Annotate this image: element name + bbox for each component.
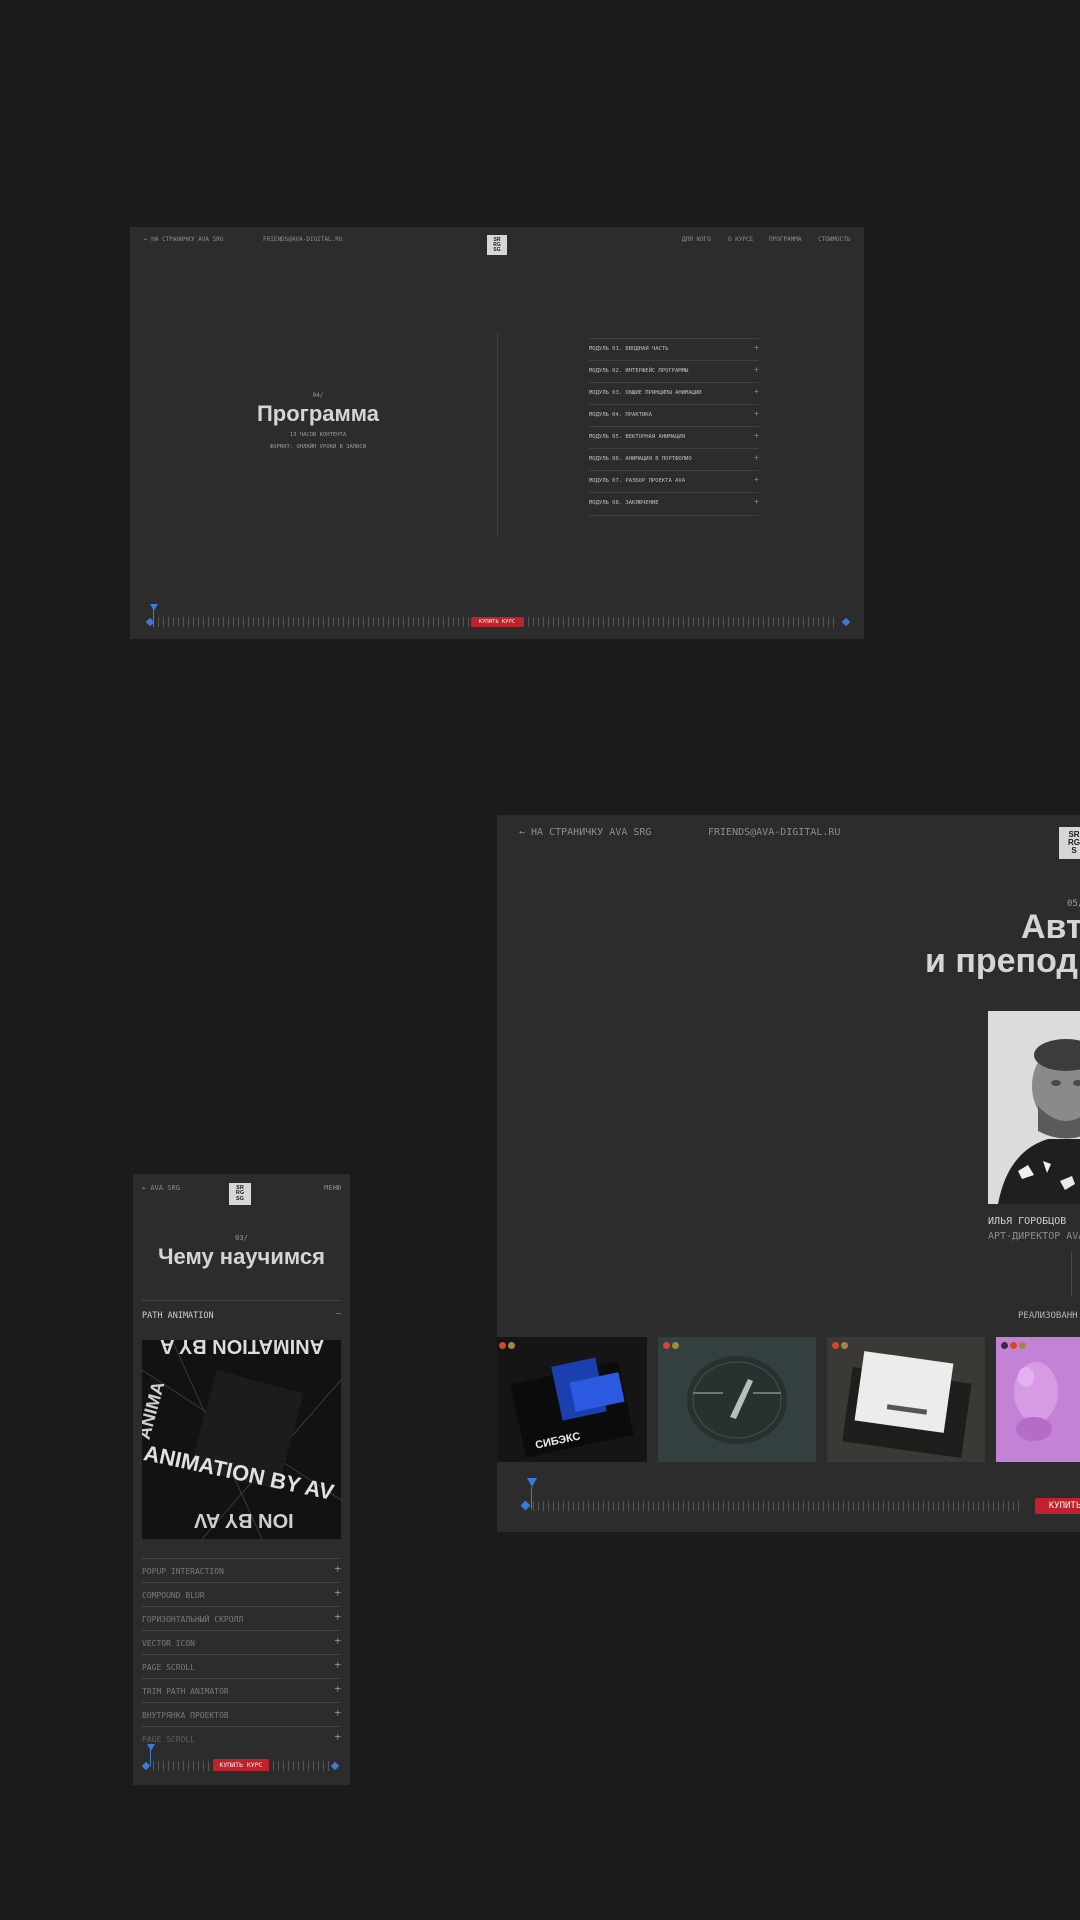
module-item[interactable]: МОДУЛЬ 01. ВВОДНАЯ ЧАСТЬ +	[589, 338, 759, 361]
feature-list: POPUP INTERACTION + COMPOUND BLUR + ГОРИЗО…	[142, 1558, 341, 1750]
timeline-pin-icon[interactable]	[150, 604, 158, 611]
module-item[interactable]: МОДУЛЬ 03. ОБЩИЕ ПРИНЦИПЫ АНИМАЦИИ +	[589, 382, 759, 405]
author-name: ИЛЬЯ ГОРОБЦОВ	[988, 1216, 1067, 1227]
divider	[497, 332, 498, 537]
red-dot-icon	[499, 1342, 506, 1349]
timeline-pin-line	[150, 1750, 151, 1766]
timeline-pin-icon[interactable]	[147, 1744, 155, 1751]
yellow-dot-icon	[672, 1342, 679, 1349]
module-list: МОДУЛЬ 01. ВВОДНАЯ ЧАСТЬ + МОДУЛЬ 02. ИНТ…	[589, 338, 759, 518]
poster-text-top: ANIMATION BY A	[160, 1340, 325, 1357]
email-link[interactable]: FRIENDS@AVA-DIGITAL.RU	[263, 236, 342, 243]
email-link[interactable]: FRIENDS@AVA-DIGITAL.RU	[708, 827, 840, 838]
project-card[interactable]	[996, 1337, 1080, 1462]
accordion-open-item[interactable]: PATH ANIMATION —	[142, 1301, 341, 1331]
module-item[interactable]: МОДУЛЬ 08. ЗАКЛЮЧЕНИЕ +	[589, 492, 759, 516]
buy-course-button[interactable]: КУПИТЬ КУРС	[471, 617, 523, 627]
diamond-right-icon[interactable]	[330, 1761, 340, 1771]
timeline-pin-line	[531, 1487, 532, 1509]
logo[interactable]: SR RG S	[1059, 827, 1080, 859]
page-title: Программа	[256, 401, 380, 426]
feature-item[interactable]: ВНУТРЯНКА ПРОЕКТОВ +	[142, 1702, 341, 1727]
program-screen: ← НА СТРАНИЧКУ AVA SRG FRIENDS@AVA-DIGIT…	[130, 227, 864, 639]
poster-text-bot: ION BY AV	[194, 1509, 294, 1531]
plus-icon: +	[334, 1634, 341, 1647]
plus-icon: +	[334, 1586, 341, 1599]
plus-icon: +	[754, 453, 759, 462]
feature-item[interactable]: PAGE SCROLL +	[142, 1654, 341, 1679]
plus-icon: +	[754, 343, 759, 352]
yellow-dot-icon	[508, 1342, 515, 1349]
timeline-pin-icon[interactable]	[527, 1478, 537, 1487]
nav-price[interactable]: СТОИМОСТЬ	[818, 236, 851, 243]
feature-item[interactable]: ГОРИЗОНТАЛЬНЫЙ СКРОЛЛ +	[142, 1606, 341, 1631]
plus-icon: +	[754, 409, 759, 418]
plus-icon: +	[334, 1658, 341, 1671]
plus-icon: +	[754, 475, 759, 484]
path-animation-poster: ANIMATION BY A ANIMA ANIMATION BY AV ION…	[142, 1340, 341, 1539]
plus-icon: +	[754, 497, 759, 506]
module-item[interactable]: МОДУЛЬ 02. ИНТЕРФЕЙС ПРОГРАММЫ +	[589, 360, 759, 383]
project-card[interactable]	[658, 1337, 816, 1462]
back-link[interactable]: ← AVA SRG	[142, 1184, 180, 1192]
vertical-divider	[1071, 1252, 1072, 1296]
back-link[interactable]: ← НА СТРАНИЧКУ AVA SRG	[519, 827, 651, 838]
red-dot-icon	[832, 1342, 839, 1349]
project-card[interactable]: СИБЭКС	[497, 1337, 647, 1462]
feature-item[interactable]: TRIM PATH ANIMATOR +	[142, 1678, 341, 1703]
yellow-dot-icon	[841, 1342, 848, 1349]
projects-carousel[interactable]: СИБЭКС	[497, 1337, 1080, 1462]
back-link[interactable]: ← НА СТРАНИЧКУ AVA SRG	[144, 236, 223, 243]
logo[interactable]: SR RG SG	[229, 1183, 251, 1205]
project-card[interactable]	[827, 1337, 985, 1462]
feature-item[interactable]: PAGE SCROLL +	[142, 1726, 341, 1751]
diamond-left-icon[interactable]	[520, 1500, 531, 1511]
content-hours: 13 ЧАСОВ КОНТЕНТА	[289, 432, 347, 438]
section-number: 04/	[312, 392, 324, 399]
plus-icon: +	[754, 431, 759, 440]
format-text: ФОРМАТ: ОНЛАЙН УРОКИ В ЗАПИСИ	[269, 444, 367, 450]
plus-icon: +	[334, 1682, 341, 1695]
page-title-line2: и препод	[925, 942, 1078, 980]
plus-icon: +	[334, 1562, 341, 1575]
nav-program[interactable]: ПРОГРАММА	[769, 236, 802, 243]
page-title: Чему научимся	[158, 1244, 325, 1269]
author-photo	[988, 1011, 1080, 1204]
feature-item[interactable]: POPUP INTERACTION +	[142, 1558, 341, 1583]
module-item[interactable]: МОДУЛЬ 05. ВЕКТОРНАЯ АНИМАЦИЯ +	[589, 426, 759, 449]
red-dot-icon	[1010, 1342, 1017, 1349]
diamond-left-icon[interactable]	[141, 1761, 151, 1771]
buy-course-button[interactable]: КУПИТЬ	[1035, 1498, 1080, 1514]
timeline-pin-line	[153, 610, 154, 627]
plus-icon: +	[754, 365, 759, 374]
module-item[interactable]: МОДУЛЬ 04. ПРАКТИКА +	[589, 404, 759, 427]
diamond-right-icon[interactable]	[841, 617, 851, 627]
timeline-ruler[interactable]	[533, 1501, 1023, 1511]
buy-course-button[interactable]: КУПИТЬ КУРС	[213, 1759, 269, 1771]
yellow-dot-icon	[1019, 1342, 1026, 1349]
learn-screen: ← AVA SRG SR RG SG МЕНЮ 03/ Чему научимс…	[133, 1174, 350, 1785]
authors-screen: ← НА СТРАНИЧКУ AVA SRG FRIENDS@AVA-DIGIT…	[497, 815, 1080, 1532]
dark-dot-icon	[1001, 1342, 1008, 1349]
section-number: 03/	[235, 1234, 248, 1242]
nav-for-whom[interactable]: ДЛЯ КОГО	[682, 236, 711, 243]
plus-icon: +	[754, 387, 759, 396]
nav-about[interactable]: О КУРСЕ	[728, 236, 753, 243]
collapse-icon[interactable]: —	[336, 1309, 341, 1319]
author-role: АРТ-ДИРЕКТОР AVA	[988, 1231, 1080, 1242]
plus-icon: +	[334, 1706, 341, 1719]
projects-heading: РЕАЛИЗОВАНН	[1018, 1311, 1078, 1321]
feature-item[interactable]: VECTOR ICON +	[142, 1630, 341, 1655]
plus-icon: +	[334, 1730, 341, 1743]
plus-icon: +	[334, 1610, 341, 1623]
module-item[interactable]: МОДУЛЬ 06. АНИМАЦИЯ В ПОРТФОЛИО +	[589, 448, 759, 471]
module-item[interactable]: МОДУЛЬ 07. РАЗБОР ПРОЕКТА AVA +	[589, 470, 759, 493]
logo[interactable]: SR RG SG	[487, 235, 507, 255]
red-dot-icon	[663, 1342, 670, 1349]
menu-button[interactable]: МЕНЮ	[324, 1184, 341, 1192]
feature-item[interactable]: COMPOUND BLUR +	[142, 1582, 341, 1607]
